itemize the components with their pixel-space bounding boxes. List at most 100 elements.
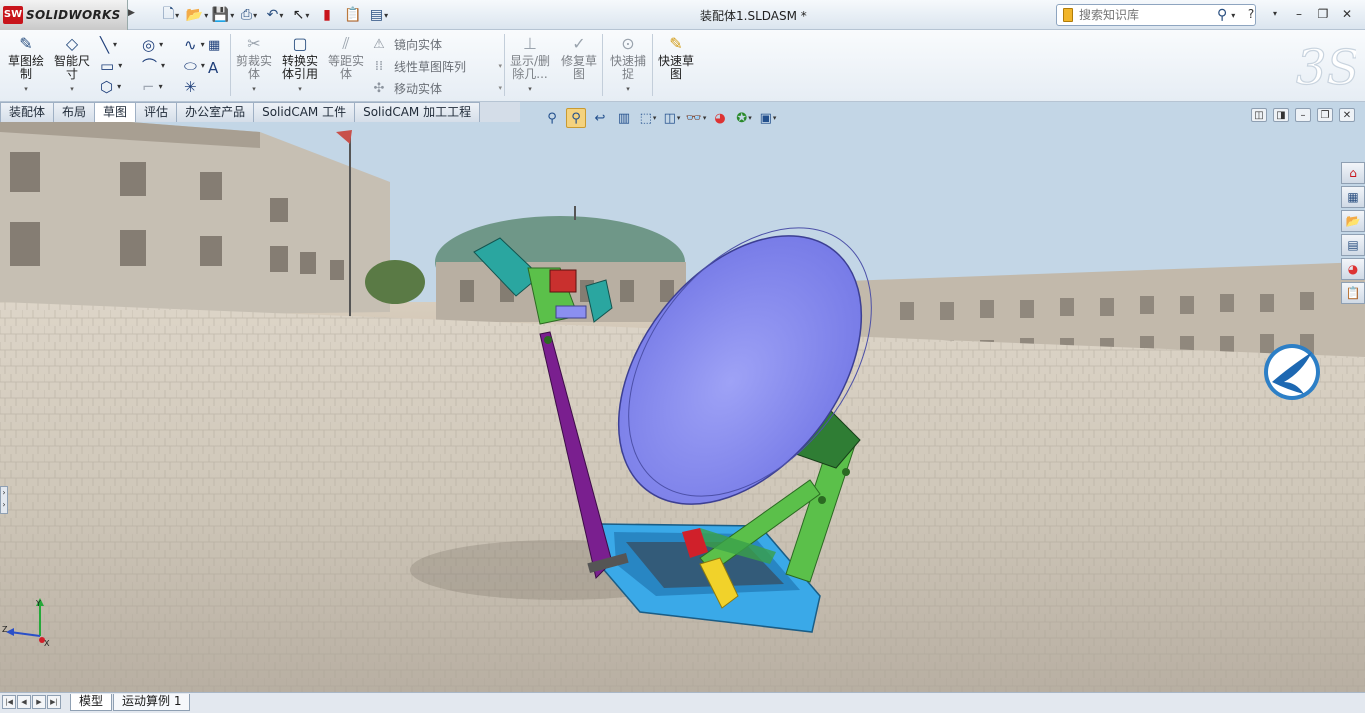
- next-tab-icon[interactable]: ▶: [32, 695, 46, 709]
- arc-icon[interactable]: ⌒ ▾: [142, 55, 182, 76]
- zoom-to-area-icon[interactable]: ⚲: [566, 108, 586, 128]
- repair-icon: ✓: [572, 33, 586, 53]
- edit-appearance-icon[interactable]: ◕: [710, 108, 730, 128]
- window-controls: ? ▾ – ❐ ✕: [1243, 6, 1355, 22]
- solidworks-logo[interactable]: SW SOLIDWORKS: [0, 0, 128, 30]
- help-icon[interactable]: ?: [1243, 6, 1259, 22]
- move-entities-item[interactable]: ✣ 移动实体 ▾: [370, 77, 502, 99]
- repair-sketch-button[interactable]: ✓ 修复草图: [557, 33, 601, 99]
- print-icon[interactable]: ⎙ ▾: [238, 5, 260, 25]
- close-icon[interactable]: ✕: [1339, 6, 1355, 22]
- view-palette-icon[interactable]: ▤: [1341, 234, 1365, 256]
- tab-solidcam-stock[interactable]: SolidCAM 工件: [253, 102, 356, 122]
- custom-properties-icon[interactable]: 📋: [1341, 282, 1365, 304]
- tab-layout[interactable]: 布局: [53, 102, 96, 122]
- heads-up-view-toolbar: ⚲ ⚲ ↩ ▥ ⬚ ▾ ◫ ▾ 👓 ▾ ◕ ✪ ▾ ▣ ▾: [542, 104, 778, 132]
- appearances-icon[interactable]: ◕: [1341, 258, 1365, 280]
- sketch-edit-list: ⚠ 镜向实体 ⁞⁞ 线性草图阵列 ▾ ✣ 移动实体 ▾: [370, 33, 502, 99]
- graphics-viewport[interactable]: › ›: [0, 102, 1365, 692]
- triad-x-label: X: [44, 639, 50, 648]
- smart-dimension-icon: ◇: [65, 33, 79, 53]
- help-dropdown-icon[interactable]: ▾: [1267, 6, 1283, 22]
- last-tab-icon[interactable]: ▶|: [47, 695, 61, 709]
- bird-logo-icon: [1264, 344, 1320, 400]
- trim-button[interactable]: ✂ 剪裁实体 ▾: [232, 33, 276, 99]
- trim-icon: ✂: [247, 33, 261, 53]
- undo-icon[interactable]: ↶ ▾: [264, 5, 286, 25]
- tab-assembly[interactable]: 装配体: [0, 102, 55, 122]
- scene-svg: [0, 102, 1365, 692]
- triad-z-label: Z: [2, 625, 8, 634]
- search-input[interactable]: [1079, 8, 1215, 22]
- file-explorer-icon[interactable]: 📂: [1341, 210, 1365, 232]
- split-vertical-icon[interactable]: ◨: [1273, 108, 1289, 122]
- viewport-minimize-icon[interactable]: –: [1295, 108, 1311, 122]
- smart-dimension-button[interactable]: ◇ 智能尺寸 ▾: [50, 33, 94, 99]
- split-horizontal-icon[interactable]: ◫: [1251, 108, 1267, 122]
- search-dropdown-icon[interactable]: ▾: [1231, 11, 1235, 20]
- move-icon: ✣: [373, 80, 385, 96]
- apply-scene-icon[interactable]: ✪ ▾: [734, 108, 754, 128]
- viewport-window-controls: ◫ ◨ – ❐ ✕: [1251, 108, 1355, 122]
- polygon-icon[interactable]: ⬡ ▾: [100, 76, 140, 97]
- line-icon[interactable]: ╲ ▾: [100, 34, 140, 55]
- options-icon[interactable]: ▤ ▾: [368, 5, 390, 25]
- coordinate-triad-icon: Y Z X: [2, 598, 50, 648]
- previous-view-icon[interactable]: ↩: [590, 108, 610, 128]
- tab-solidcam-machining[interactable]: SolidCAM 加工工程: [354, 102, 481, 122]
- text-icon[interactable]: A: [208, 59, 218, 77]
- view-settings-icon[interactable]: ▣ ▾: [758, 108, 778, 128]
- file-properties-icon[interactable]: 📋: [342, 5, 364, 25]
- design-library-icon[interactable]: ▦: [1341, 186, 1365, 208]
- restore-icon[interactable]: ❐: [1315, 6, 1331, 22]
- menu-expand-icon[interactable]: ▶: [128, 8, 136, 22]
- sketch-label: 草图绘制: [7, 54, 44, 81]
- rapid-sketch-button[interactable]: ✎ 快速草图: [654, 33, 698, 99]
- prev-tab-icon[interactable]: ◀: [17, 695, 31, 709]
- search-knowledge-base: ⚲ ▾: [1056, 4, 1256, 26]
- zoom-to-fit-icon[interactable]: ⚲: [542, 108, 562, 128]
- tab-office-products[interactable]: 办公室产品: [176, 102, 255, 122]
- tab-sketch[interactable]: 草图: [94, 102, 137, 122]
- convert-icon: ▢: [292, 33, 308, 53]
- book-icon: [1063, 8, 1073, 22]
- rebuild-icon[interactable]: ▮: [316, 5, 338, 25]
- new-file-icon[interactable]: 🗋 ▾: [160, 5, 182, 25]
- open-folder-icon[interactable]: 📂 ▾: [186, 5, 208, 25]
- triad-y-label: Y: [35, 599, 41, 608]
- viewport-close-icon[interactable]: ✕: [1339, 108, 1355, 122]
- quick-snap-icon: ⊙: [621, 33, 635, 53]
- tab-motion-study-1[interactable]: 运动算例 1: [113, 694, 191, 711]
- feature-tree-toggle-icon[interactable]: › ›: [0, 486, 8, 514]
- home-icon[interactable]: ⌂: [1341, 162, 1365, 184]
- view-orientation-icon[interactable]: ⬚ ▾: [638, 108, 658, 128]
- quick-snap-label: 快速捕捉: [609, 54, 646, 81]
- display-style-icon[interactable]: ◫ ▾: [662, 108, 682, 128]
- viewport-restore-icon[interactable]: ❐: [1317, 108, 1333, 122]
- save-icon[interactable]: 💾 ▾: [212, 5, 234, 25]
- fillet-icon[interactable]: ⌐ ▾: [142, 76, 182, 97]
- display-delete-relations-button[interactable]: ⊥ 显示/删除几... ▾: [508, 33, 552, 99]
- tab-model[interactable]: 模型: [70, 694, 113, 711]
- offset-entities-button[interactable]: ⫽ 等距实体: [324, 33, 368, 99]
- command-manager-tabs: 装配体 布局 草图 评估 办公室产品 SolidCAM 工件 SolidCAM …: [0, 102, 520, 122]
- circle-icon[interactable]: ◎ ▾: [142, 34, 182, 55]
- search-icon[interactable]: ⚲: [1217, 7, 1227, 23]
- tab-evaluate[interactable]: 评估: [135, 102, 178, 122]
- section-view-icon[interactable]: ▥: [614, 108, 634, 128]
- mirror-entities-item[interactable]: ⚠ 镜向实体: [370, 33, 502, 55]
- minimize-icon[interactable]: –: [1291, 6, 1307, 22]
- point-icon[interactable]: ✳: [184, 76, 224, 97]
- select-cursor-icon[interactable]: ↖ ▾: [290, 5, 312, 25]
- linear-pattern-item[interactable]: ⁞⁞ 线性草图阵列 ▾: [370, 55, 502, 77]
- hide-show-items-icon[interactable]: 👓 ▾: [686, 108, 707, 128]
- first-tab-icon[interactable]: |◀: [2, 695, 16, 709]
- quick-access-toolbar: 🗋 ▾ 📂 ▾ 💾 ▾ ⎙ ▾ ↶ ▾ ↖ ▾ ▮ 📋 ▤ ▾: [160, 4, 390, 26]
- grid-icon[interactable]: ▦: [208, 38, 220, 53]
- convert-entities-button[interactable]: ▢ 转换实体引用 ▾: [278, 33, 322, 99]
- quick-snaps-button[interactable]: ⊙ 快速捕捉 ▾: [606, 33, 650, 99]
- sketch-button[interactable]: ✎ 草图绘制 ▾: [4, 33, 48, 99]
- ds-watermark-icon: 3S: [1295, 39, 1356, 96]
- rectangle-icon[interactable]: ▭ ▾: [100, 55, 140, 76]
- app-name: SOLIDWORKS: [26, 8, 121, 22]
